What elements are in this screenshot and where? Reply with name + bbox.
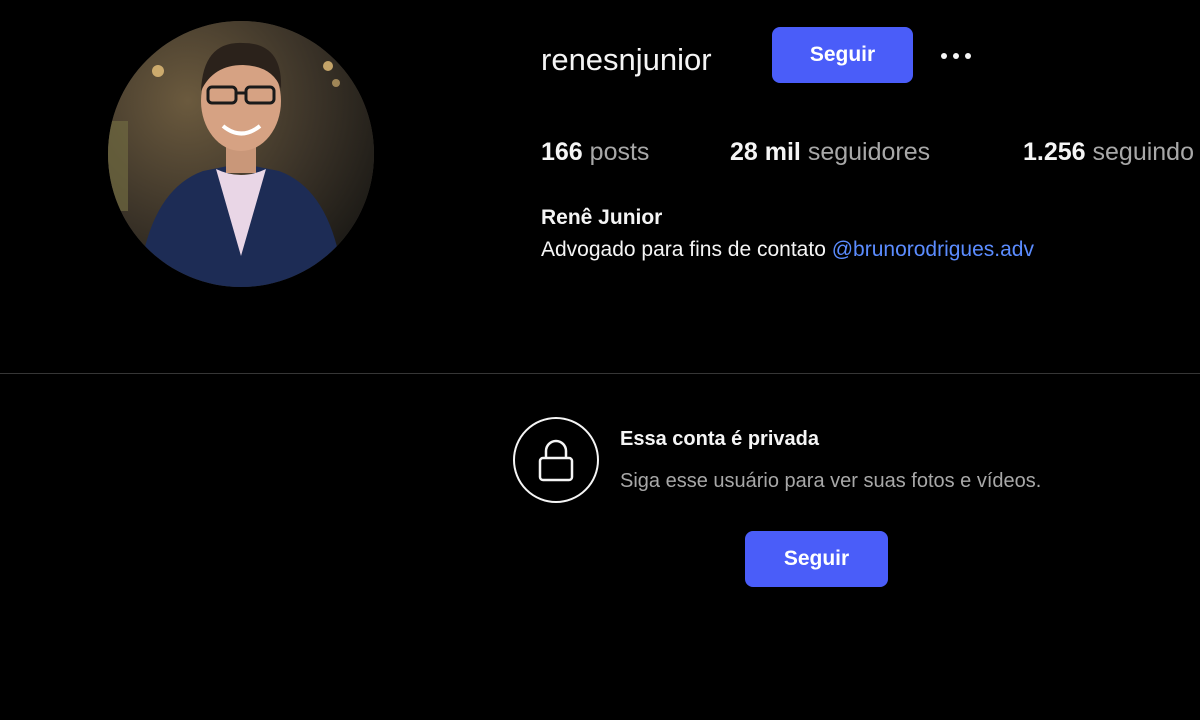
follow-button[interactable]: Seguir — [772, 27, 913, 83]
following-stat[interactable]: 1.256 seguindo — [1023, 136, 1194, 168]
followers-count: 28 mil — [730, 138, 801, 166]
section-divider — [0, 373, 1200, 374]
profile-username: renesnjunior — [541, 42, 712, 77]
following-count: 1.256 — [1023, 138, 1086, 166]
followers-stat[interactable]: 28 mil seguidores — [730, 136, 930, 168]
bio-text: Advogado para fins de contato — [541, 238, 826, 261]
bio-mention-link[interactable]: @brunorodrigues.adv — [832, 238, 1034, 261]
private-account-subtitle: Siga esse usuário para ver suas fotos e … — [620, 470, 1042, 492]
posts-stat: 166 posts — [541, 136, 649, 168]
profile-page: renesnjunior Seguir 166 posts 28 mil seg… — [0, 0, 1200, 720]
private-account-title: Essa conta é privada — [620, 428, 819, 450]
following-label: seguindo — [1092, 138, 1194, 166]
lock-icon — [513, 417, 599, 503]
more-options-icon[interactable] — [930, 38, 982, 74]
avatar-photo-icon — [108, 21, 374, 287]
posts-label: posts — [589, 138, 650, 166]
followers-label: seguidores — [807, 138, 931, 166]
posts-count: 166 — [541, 138, 583, 166]
profile-full-name: Renê Junior — [541, 206, 663, 229]
profile-bio: Advogado para fins de contato @brunorodr… — [541, 238, 1034, 262]
profile-avatar[interactable] — [108, 21, 374, 287]
follow-button-private[interactable]: Seguir — [745, 531, 888, 587]
